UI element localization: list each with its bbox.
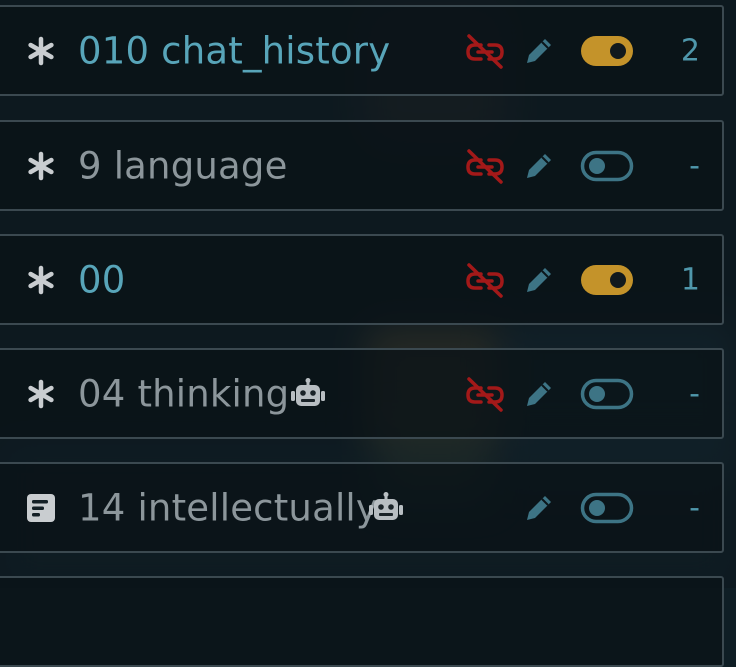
pencil-icon[interactable] <box>522 491 556 525</box>
entry-count: - <box>689 376 700 411</box>
list-item[interactable]: 9 language - <box>0 120 724 211</box>
list-item[interactable] <box>0 576 724 667</box>
unlink-icon[interactable] <box>464 148 506 184</box>
entry-count: - <box>689 490 700 525</box>
toggle-switch-off[interactable] <box>580 377 634 411</box>
pencil-icon[interactable] <box>522 34 556 68</box>
asterisk-icon <box>28 265 54 294</box>
entry-count: - <box>689 148 700 183</box>
unlink-icon[interactable] <box>464 376 506 412</box>
list-item[interactable]: 010 chat_history 2 <box>0 5 724 96</box>
asterisk-icon <box>28 379 54 408</box>
list-item[interactable]: 04 thinking - <box>0 348 724 439</box>
asterisk-icon <box>28 151 54 180</box>
toggle-switch-off[interactable] <box>580 149 634 183</box>
unlink-icon[interactable] <box>464 33 506 69</box>
asterisk-icon <box>28 36 54 65</box>
robot-icon <box>369 491 403 520</box>
note-icon <box>27 493 55 522</box>
toggle-switch-on[interactable] <box>580 263 634 297</box>
list-item[interactable]: 14 intellectually - <box>0 462 724 553</box>
entry-count: 2 <box>680 33 700 68</box>
entry-title: 14 intellectually <box>78 486 378 529</box>
toggle-switch-off[interactable] <box>580 491 634 525</box>
pencil-icon[interactable] <box>522 149 556 183</box>
entry-title: 04 thinking <box>78 372 290 415</box>
list-item[interactable]: 00 1 <box>0 234 724 325</box>
entry-title: 9 language <box>78 144 288 187</box>
unlink-icon[interactable] <box>464 262 506 298</box>
pencil-icon[interactable] <box>522 263 556 297</box>
toggle-switch-on[interactable] <box>580 34 634 68</box>
entry-title: 00 <box>78 258 126 301</box>
entry-count: 1 <box>680 262 700 297</box>
entry-title: 010 chat_history <box>78 29 391 72</box>
pencil-icon[interactable] <box>522 377 556 411</box>
robot-icon <box>291 377 325 406</box>
